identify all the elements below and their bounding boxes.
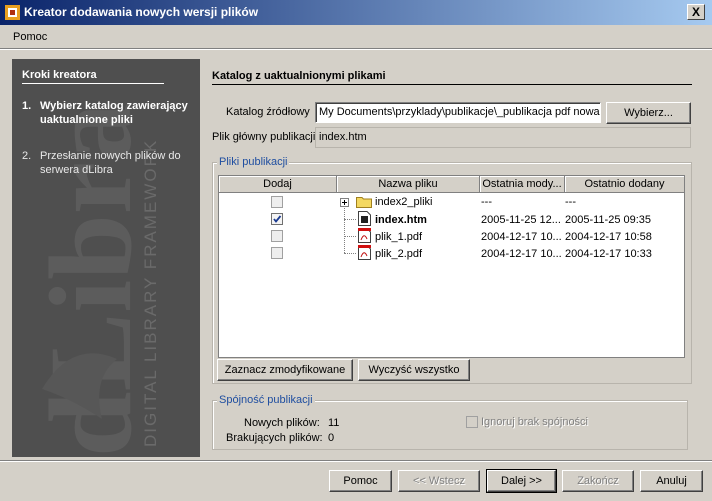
step-label: Przesłanie nowych plików do serwera dLib… (40, 150, 181, 176)
file-name[interactable]: plik_1.pdf (375, 230, 422, 244)
file-added: --- (565, 196, 576, 208)
panel-title: Katalog z uaktualnionymi plikami (212, 70, 386, 82)
source-dir-input[interactable]: My Documents\przyklady\publikacje\_publi… (315, 102, 601, 123)
main-file-field: index.htm (315, 127, 691, 148)
pdf-file-icon (358, 228, 371, 243)
file-modified: 2004-12-17 10... (481, 248, 562, 260)
panel-title-divider (212, 84, 692, 85)
title-bar[interactable]: Kreator dodawania nowych wersji plików X (0, 0, 712, 25)
ignore-consistency-label: Ignoruj brak spójności (481, 416, 589, 428)
file-name[interactable]: plik_2.pdf (375, 247, 422, 261)
menu-divider (0, 49, 712, 50)
files-table[interactable]: Dodaj Nazwa pliku Ostatnia mody... Ostat… (218, 175, 685, 358)
row-checkbox[interactable] (271, 247, 283, 259)
file-added: 2004-12-17 10:58 (565, 231, 652, 243)
main-file-label: Plik główny publikacji (212, 131, 316, 143)
column-header-modified[interactable]: Ostatnia mody... (480, 176, 565, 193)
file-name[interactable]: index2_pliki (375, 195, 432, 209)
column-header-add[interactable]: Dodaj (219, 176, 337, 193)
help-button[interactable]: Pomoc (329, 470, 392, 492)
step-label: Wybierz katalog zawierający uaktualnione… (40, 100, 188, 126)
app-icon (5, 5, 20, 20)
file-added: 2005-11-25 09:35 (565, 214, 652, 226)
tree-line (344, 253, 356, 255)
file-modified: 2004-12-17 10... (481, 231, 562, 243)
new-files-value: 11 (328, 417, 340, 429)
tree-line (344, 219, 356, 221)
row-checkbox[interactable] (271, 196, 283, 208)
file-added: 2004-12-17 10:33 (565, 248, 652, 260)
step-number: 1. (22, 100, 32, 112)
missing-files-value: 0 (328, 432, 335, 444)
close-button[interactable]: X (687, 4, 705, 20)
file-modified: 2005-11-25 12... (481, 214, 561, 226)
footer-divider-highlight (0, 461, 712, 462)
menu-bar: Pomoc (0, 25, 712, 49)
file-modified: --- (481, 196, 492, 208)
tree-line (344, 236, 356, 238)
cancel-button[interactable]: Anuluj (640, 470, 703, 492)
steps-title: Kroki kreatora (22, 69, 97, 81)
missing-files-label: Brakujących plików: (226, 432, 323, 444)
back-button[interactable]: << Wstecz (398, 470, 480, 492)
file-name[interactable]: index.htm (375, 213, 427, 227)
steps-divider (22, 83, 164, 84)
ignore-consistency-checkbox[interactable] (466, 416, 478, 428)
window-title: Kreator dodawania nowych wersji plików (24, 5, 259, 19)
tree-line (344, 201, 346, 253)
column-header-added[interactable]: Ostatnio dodany (565, 176, 684, 193)
html-file-icon (358, 211, 371, 226)
mark-modified-button[interactable]: Zaznacz zmodyfikowane (217, 359, 353, 381)
pdf-file-icon (358, 245, 371, 260)
row-checkbox[interactable] (271, 213, 283, 225)
menu-help[interactable]: Pomoc (13, 31, 47, 43)
source-dir-label: Katalog źródłowy (226, 106, 310, 118)
step-number: 2. (22, 150, 32, 162)
folder-icon (356, 197, 372, 208)
checkmark-icon (273, 215, 282, 223)
clear-all-button[interactable]: Wyczyść wszystko (358, 359, 470, 381)
finish-button[interactable]: Zakończ (562, 470, 634, 492)
wizard-steps-panel: dLibra DIGITAL LIBRARY FRAMEWORK Kroki k… (12, 59, 200, 457)
files-group-title: Pliki publikacji (217, 156, 290, 168)
browse-button[interactable]: Wybierz... (606, 102, 691, 124)
row-checkbox[interactable] (271, 230, 283, 242)
next-button[interactable]: Dalej >> (486, 469, 557, 493)
expand-icon[interactable] (340, 198, 349, 207)
consistency-group-title: Spójność publikacji (217, 394, 315, 406)
logo-sub-text: DIGITAL LIBRARY FRAMEWORK (141, 139, 160, 447)
column-header-filename[interactable]: Nazwa pliku (337, 176, 480, 193)
new-files-label: Nowych plików: (244, 417, 320, 429)
